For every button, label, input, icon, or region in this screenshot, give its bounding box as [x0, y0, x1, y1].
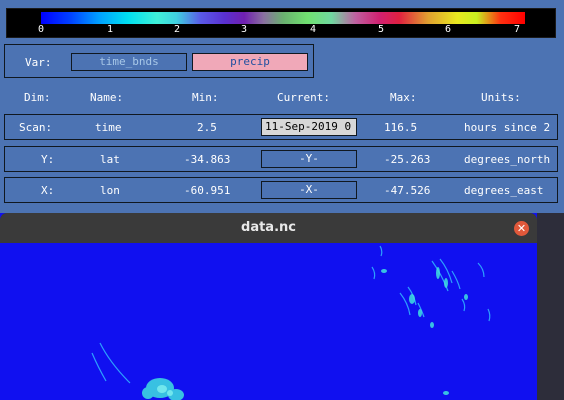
colorbar-tick: 0: [37, 24, 45, 35]
colorbar-tick: 7: [513, 24, 521, 35]
dim-label: X:: [41, 184, 55, 197]
dim-row-x: X: lon -60.951 -X- -47.526 degrees_east: [4, 177, 558, 203]
colorbar-tick: 2: [173, 24, 181, 35]
dim-row-scan: Scan: time 2.5 11-Sep-2019 0 116.5 hours…: [4, 114, 558, 140]
dim-row-y: Y: lat -34.863 -Y- -25.263 degrees_north: [4, 146, 558, 172]
desktop-background: [537, 213, 564, 400]
dim-units: degrees_east: [464, 184, 544, 197]
dim-units: degrees_north: [464, 153, 551, 166]
close-icon[interactable]: ✕: [514, 221, 529, 236]
dim-label: Y:: [41, 153, 55, 166]
dim-min: 2.5: [197, 121, 217, 134]
dim-units: hours since 2: [464, 121, 551, 134]
window-titlebar[interactable]: data.nc ✕: [0, 213, 537, 243]
dim-min: -34.863: [184, 153, 231, 166]
var-label: Var:: [25, 56, 52, 69]
colorbar-tick: 4: [309, 24, 317, 35]
variable-selector: Var: time_bnds precip: [4, 44, 314, 78]
current-value-button[interactable]: -X-: [261, 181, 357, 199]
var-button-time-bnds[interactable]: time_bnds: [71, 53, 187, 71]
dim-max: 116.5: [384, 121, 418, 134]
header-name: Name:: [90, 91, 124, 104]
dim-name: time: [95, 121, 122, 134]
dim-max: -47.526: [384, 184, 431, 197]
var-button-precip[interactable]: precip: [192, 53, 308, 71]
colorbar-tick: 6: [444, 24, 452, 35]
current-value-button[interactable]: -Y-: [261, 150, 357, 168]
window-title: data.nc: [241, 220, 296, 235]
colorbar-tick: 1: [106, 24, 114, 35]
header-max: Max:: [390, 91, 417, 104]
dim-name: lon: [100, 184, 120, 197]
dim-max: -25.263: [384, 153, 431, 166]
dim-name: lat: [100, 153, 120, 166]
ncview-control-panel: 0 1 2 3 4 5 6 7 Var: time_bnds precip Di…: [0, 0, 564, 213]
colorbar-gradient: [41, 12, 525, 24]
current-value-button[interactable]: 11-Sep-2019 0: [261, 118, 357, 136]
dim-min: -60.951: [184, 184, 231, 197]
data-window: data.nc ✕: [0, 213, 537, 400]
dim-label: Scan:: [19, 121, 53, 134]
colorbar-tick: 3: [240, 24, 248, 35]
colorbar-tick: 5: [377, 24, 385, 35]
header-current: Current:: [277, 91, 330, 104]
precip-map[interactable]: [0, 243, 537, 400]
header-units: Units:: [481, 91, 521, 104]
colorbar: 0 1 2 3 4 5 6 7: [6, 8, 556, 38]
header-min: Min:: [192, 91, 219, 104]
header-dim: Dim:: [24, 91, 51, 104]
